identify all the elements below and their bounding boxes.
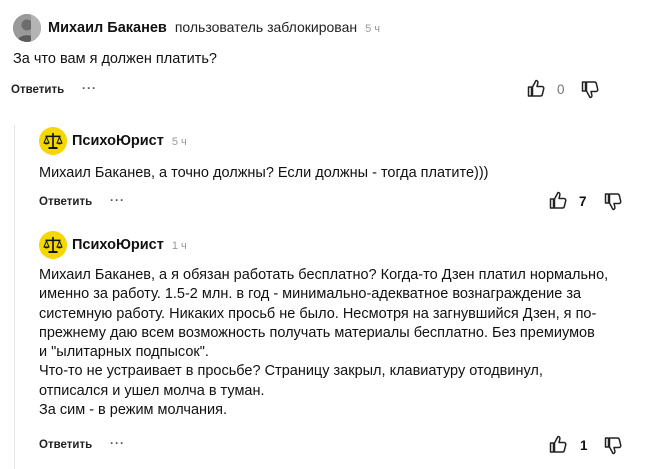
more-options-button[interactable]: ··· [82, 81, 97, 95]
likes-count: 0 [557, 82, 565, 97]
scales-of-justice-icon [39, 127, 67, 155]
avatar[interactable] [13, 14, 41, 42]
author-name[interactable]: ПсихоЮрист [72, 133, 164, 149]
more-options-button[interactable]: ··· [110, 193, 125, 207]
user-status: пользователь заблокирован [174, 19, 358, 35]
thumb-down-icon[interactable] [603, 192, 623, 212]
comment-line: Михаил Баканев, а я обязан работать бесп… [39, 267, 609, 283]
comment-line: прежнему даю всем возможность получать м… [39, 324, 595, 341]
comment-line: За что вам я должен платить? [13, 51, 217, 67]
likes-count: 1 [580, 438, 588, 453]
thumb-up-icon[interactable] [548, 190, 568, 210]
comment-text: Михаил Баканев, а я обязан работать бесп… [39, 266, 608, 420]
avatar[interactable] [39, 231, 67, 259]
user-photo-icon [13, 14, 41, 42]
comment-text: Михаил Баканев, а точно должны? Если дол… [39, 164, 489, 183]
reply-button[interactable]: Ответить [39, 196, 92, 208]
comment-line: За сим - в режим молчания. [39, 402, 228, 419]
thread-line [14, 125, 15, 469]
more-options-button[interactable]: ··· [110, 436, 125, 450]
reply-button[interactable]: Ответить [39, 439, 92, 451]
comment-line: системную работу. Никаких просьб не было… [39, 305, 597, 322]
thumb-down-icon[interactable] [603, 436, 623, 456]
comment-header: ПсихоЮрист 1 ч [72, 237, 187, 253]
comment-time: 5 ч [365, 23, 381, 35]
comment-line: именно за работу. 1.5-2 млн. в год - мин… [39, 286, 582, 303]
comment-time: 1 ч [171, 240, 187, 252]
scales-of-justice-icon [39, 231, 67, 259]
author-name[interactable]: Михаил Баканев [48, 20, 167, 36]
comment-line: и "ылитарных подпысок". [39, 344, 209, 361]
author-name[interactable]: ПсихоЮрист [72, 237, 164, 253]
comment-text: За что вам я должен платить? [13, 50, 217, 69]
comment-line: Михаил Баканев, а точно должны? Если дол… [39, 165, 489, 181]
thumb-up-icon[interactable] [548, 434, 568, 454]
likes-count: 7 [579, 194, 587, 209]
reply-button[interactable]: Ответить [11, 84, 64, 96]
comment-line: отписался и ушел молча в туман. [39, 382, 265, 399]
comment-time: 5 ч [171, 136, 187, 148]
comment-header: ПсихоЮрист 5 ч [72, 133, 187, 149]
thumb-down-icon[interactable] [580, 80, 600, 100]
thumb-up-icon[interactable] [526, 78, 546, 98]
avatar[interactable] [39, 127, 67, 155]
comment-header: Михаил Баканев пользователь заблокирован… [48, 19, 380, 36]
comment-line: Что-то не устраивает в просьбе? Страницу… [39, 363, 543, 380]
